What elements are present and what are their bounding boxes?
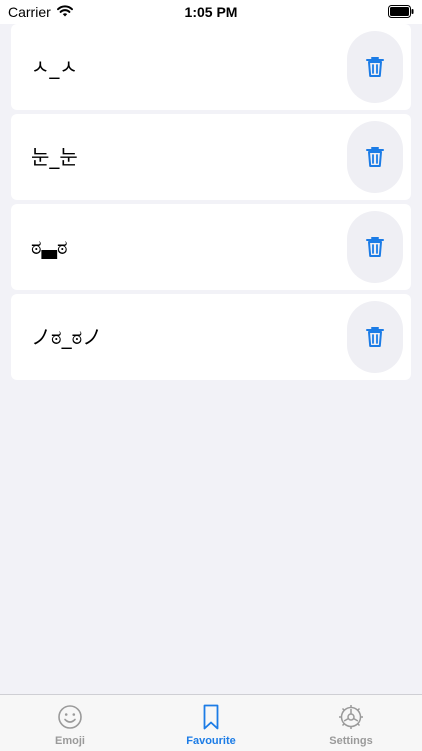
delete-button[interactable] xyxy=(347,31,403,103)
emoticon-text: 눈_눈 xyxy=(31,145,78,169)
list-item[interactable]: ノಠ_ಠノ xyxy=(11,294,411,380)
tab-bar: Emoji Favourite Settings xyxy=(0,694,422,751)
tab-label: Settings xyxy=(329,735,373,747)
delete-button[interactable] xyxy=(347,301,403,373)
tab-label: Favourite xyxy=(186,735,236,747)
status-bar: Carrier 1:05 PM xyxy=(0,0,422,24)
emoticon-text: ノಠ_ಠノ xyxy=(31,325,103,349)
tab-favourite[interactable]: Favourite xyxy=(141,695,281,751)
bookmark-icon xyxy=(203,704,219,730)
tab-label: Emoji xyxy=(55,735,85,747)
emoticon-text: ಠ▃ಠ xyxy=(31,235,68,259)
gear-icon xyxy=(339,705,363,729)
list-item[interactable]: ㅅ_ㅅ xyxy=(11,24,411,110)
trash-icon xyxy=(366,327,384,347)
emoticon-text: ㅅ_ㅅ xyxy=(31,55,78,79)
list-item[interactable]: 눈_눈 xyxy=(11,114,411,200)
battery-full-icon xyxy=(388,5,414,18)
trash-icon xyxy=(366,57,384,77)
trash-icon xyxy=(366,147,384,167)
tab-settings[interactable]: Settings xyxy=(281,695,421,751)
tab-emoji[interactable]: Emoji xyxy=(0,695,140,751)
delete-button[interactable] xyxy=(347,121,403,193)
list-item[interactable]: ಠ▃ಠ xyxy=(11,204,411,290)
delete-button[interactable] xyxy=(347,211,403,283)
status-time: 1:05 PM xyxy=(184,4,238,20)
trash-icon xyxy=(366,237,384,257)
smiley-icon xyxy=(58,705,82,729)
